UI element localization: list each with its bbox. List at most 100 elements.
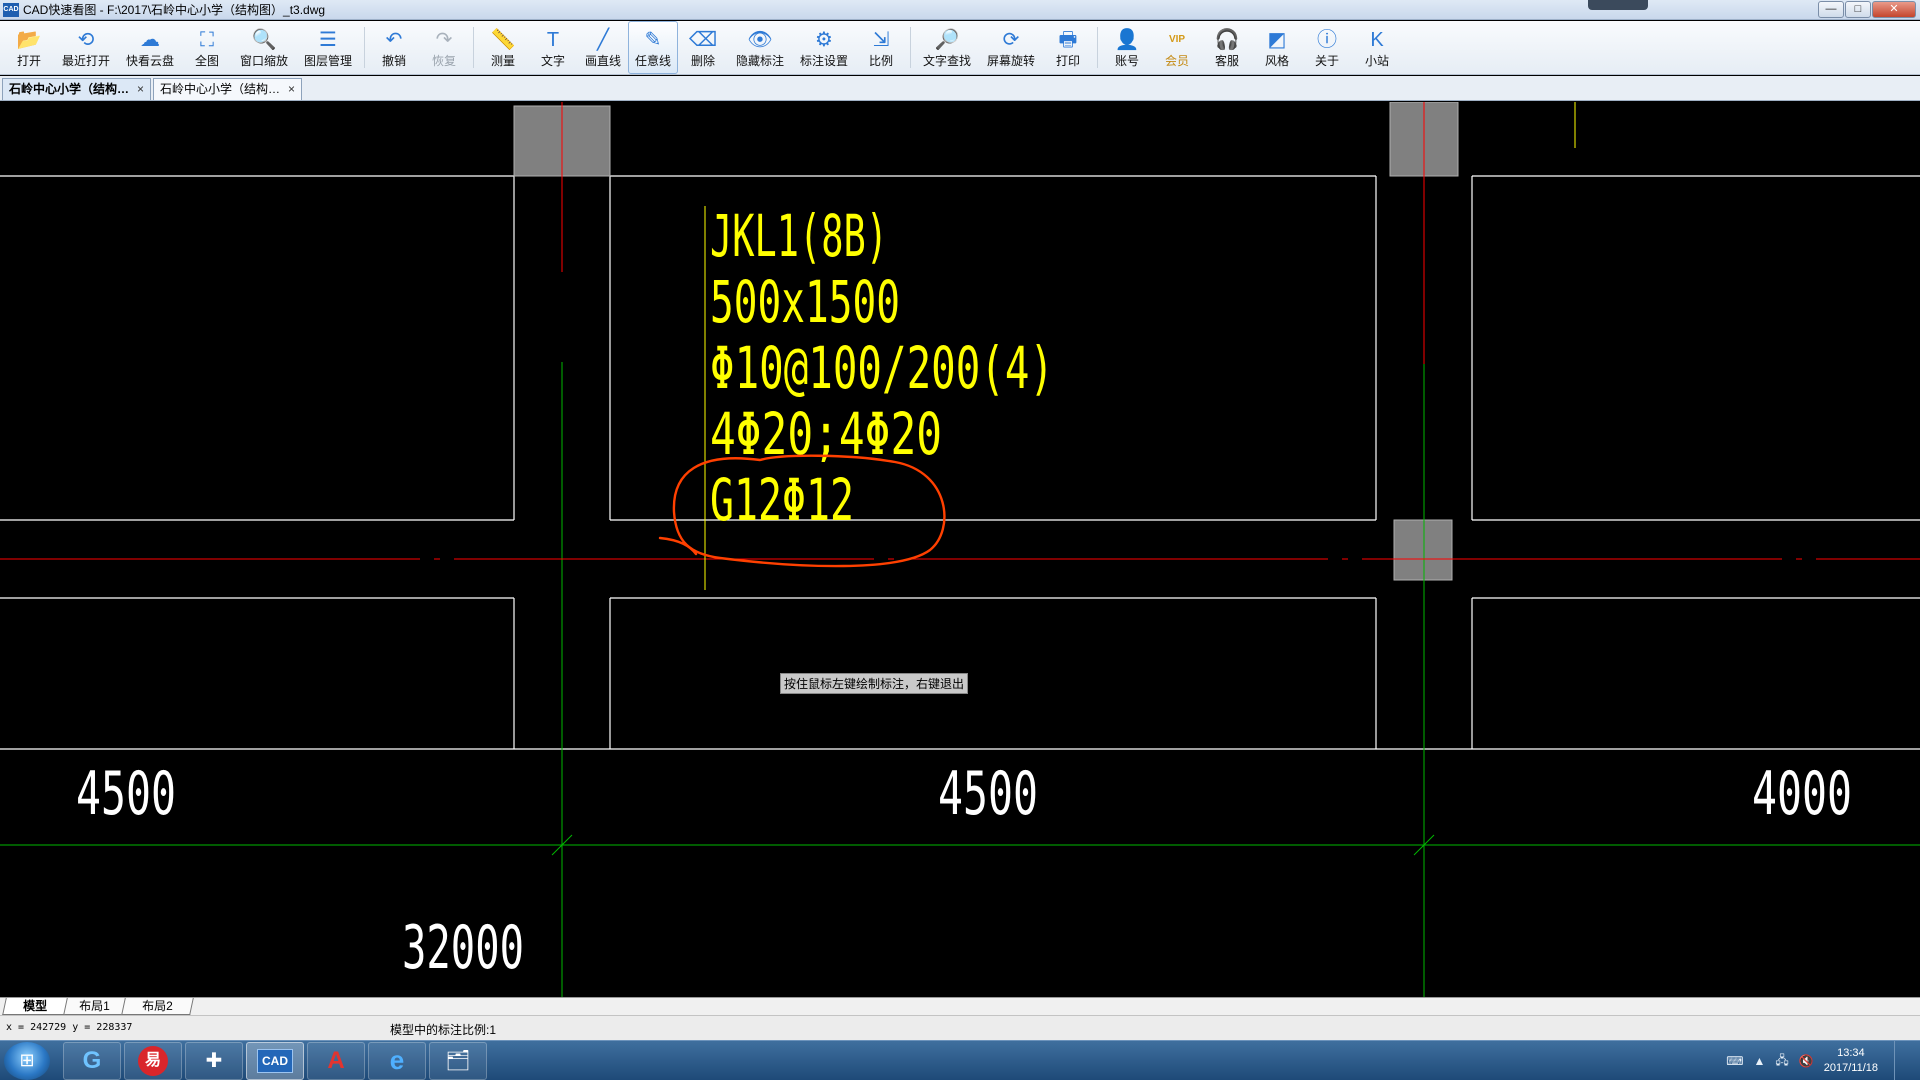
dimension-span-mid: 4500 xyxy=(938,759,1038,829)
info-icon: ⓘ xyxy=(1317,29,1337,51)
toolbar-label: 测量 xyxy=(490,54,515,68)
toolbar-separator xyxy=(473,27,474,68)
taskbar-netease-button[interactable]: 易 xyxy=(124,1041,182,1080)
toolbar-zoomwin-button[interactable]: 🔍 窗口缩放 xyxy=(232,21,296,74)
layout-tab-label: 布局1 xyxy=(79,999,110,1013)
eye-hidden-icon: 👁 xyxy=(747,29,773,51)
zoom-window-icon: 🔍 xyxy=(251,29,277,51)
layout-tabs: 模型 布局1 布局2 xyxy=(0,997,1920,1015)
clock[interactable]: 13:34 2017/11/18 xyxy=(1824,1046,1878,1076)
toolbar-text-button[interactable]: T 文字 xyxy=(528,21,578,74)
toolbar-label: 图层管理 xyxy=(303,54,352,68)
toolbar-label: 账号 xyxy=(1114,54,1139,68)
toolbar-print-button[interactable]: 🖶 打印 xyxy=(1043,21,1093,74)
layout-tab-label: 模型 xyxy=(23,999,48,1013)
structure-outlines xyxy=(0,175,1920,750)
network-icon[interactable]: 🖧 xyxy=(1775,1051,1788,1072)
toolbar-label: 小站 xyxy=(1364,54,1389,68)
axis-lines xyxy=(0,102,1920,997)
taskbar-apps: G 易 ✚ CAD Ae 🗂 xyxy=(60,1041,487,1080)
toolbar-recent-button[interactable]: ⟲ 最近打开 xyxy=(54,21,118,74)
toolbar-label: 隐藏标注 xyxy=(735,54,784,68)
toolbar-support-button[interactable]: 🎧 客服 xyxy=(1202,21,1252,74)
app-window: CAD CAD快速看图 - F:\2017\石岭中心小学（结构图）_t3.dwg… xyxy=(0,0,1920,1080)
drawing-canvas[interactable]: JKL1(8B) 500x1500 Φ10@100/200(4) 4Φ20;4Φ… xyxy=(0,102,1920,997)
toolbar-line-button[interactable]: ╱ 画直线 xyxy=(578,21,628,74)
taskbar-qqsync-button[interactable]: ✚ xyxy=(185,1041,243,1080)
toolbar-label: 风格 xyxy=(1264,54,1289,68)
rotate-screen-icon: ⟳ xyxy=(1002,29,1020,51)
toolbar-about-button[interactable]: ⓘ 关于 xyxy=(1302,21,1352,74)
toolbar-erase-button[interactable]: ⌫ 删除 xyxy=(678,21,728,74)
toolbar-style-button[interactable]: ◩ 风格 xyxy=(1252,21,1302,74)
keyboard-icon[interactable]: ⌨ xyxy=(1726,1054,1743,1068)
toolbar-label: 会员 xyxy=(1164,54,1189,68)
beam-name-text: JKL1(8B) xyxy=(710,202,888,270)
cad-viewer-icon: CAD xyxy=(257,1048,293,1073)
taskbar-autocad-button[interactable]: A xyxy=(307,1041,365,1080)
toolbar-label: 任意线 xyxy=(634,54,671,68)
toolbar-label: 全图 xyxy=(194,54,219,68)
column-rect xyxy=(1393,519,1453,581)
title-bar: CAD CAD快速看图 - F:\2017\石岭中心小学（结构图）_t3.dwg… xyxy=(0,0,1920,20)
fullscreen-icon: ⛶ xyxy=(200,29,214,51)
file-explorer-icon: 🗂 xyxy=(445,1050,471,1072)
document-tab[interactable]: 石岭中心小学（结构… × xyxy=(2,78,152,100)
minimize-button[interactable]: — xyxy=(1818,1,1844,18)
toolbar-marksettings-button[interactable]: ⚙ 标注设置 xyxy=(792,21,856,74)
taskbar-explorer-button[interactable]: 🗂 xyxy=(429,1041,487,1080)
toolbar-label: 文字 xyxy=(540,54,565,68)
toolbar-undo-button[interactable]: ↶ 撤销 xyxy=(369,21,419,74)
user-icon: 👤 xyxy=(1114,29,1140,51)
toolbar-redo-button[interactable]: ↷ 恢复 xyxy=(419,21,469,74)
cursor-coordinates: x = 242729 y = 228337 xyxy=(6,1022,133,1033)
show-desktop-button[interactable] xyxy=(1894,1041,1906,1080)
taskbar-cadviewer-button[interactable]: CAD xyxy=(246,1041,304,1080)
toolbar-open-button[interactable]: 📂 打开 xyxy=(4,21,54,74)
toolbar-vip-button[interactable]: VIP 会员 xyxy=(1152,21,1202,74)
toolbar-station-button[interactable]: K 小站 xyxy=(1352,21,1402,74)
layout-tab[interactable]: 布局2 xyxy=(120,998,194,1015)
taskbar-browser360-button[interactable]: G xyxy=(63,1041,121,1080)
toolbar-freeline-button[interactable]: ✎ 任意线 xyxy=(628,21,678,74)
start-button[interactable]: ⊞ xyxy=(4,1041,50,1080)
layout-tab[interactable]: 布局1 xyxy=(58,998,131,1015)
maximize-button[interactable]: □ xyxy=(1845,1,1871,18)
ruler-icon: 📏 xyxy=(490,29,516,51)
sync-app-icon: ✚ xyxy=(205,1050,223,1072)
volume-muted-icon[interactable]: 🔇 xyxy=(1799,1054,1814,1068)
netease-music-icon: 易 xyxy=(138,1045,168,1076)
toolbar-label: 撤销 xyxy=(381,54,406,68)
close-tab-icon[interactable]: × xyxy=(288,79,295,100)
close-button[interactable]: ✕ xyxy=(1872,1,1916,18)
tray-expand-icon[interactable]: ▲ xyxy=(1754,1054,1766,1068)
toolbar-rotate-button[interactable]: ⟳ 屏幕旋转 xyxy=(979,21,1043,74)
toolbar-measure-button[interactable]: 📏 测量 xyxy=(478,21,528,74)
taskbar-ie-button[interactable]: e xyxy=(368,1041,426,1080)
clock-time: 13:34 xyxy=(1837,1047,1865,1059)
kuaikan-station-icon: K xyxy=(1370,29,1384,51)
headset-icon: 🎧 xyxy=(1214,29,1240,51)
toolbar-scale-button[interactable]: ⇲ 比例 xyxy=(856,21,906,74)
toolbar-findtext-button[interactable]: 🔎 文字查找 xyxy=(915,21,979,74)
toolbar-layers-button[interactable]: ☰ 图层管理 xyxy=(296,21,360,74)
pen-icon: ✎ xyxy=(644,29,662,51)
toolbar-label: 标注设置 xyxy=(799,54,848,68)
layout-tab[interactable]: 模型 xyxy=(2,998,68,1015)
taskbar: ⊞ G 易 ✚ CAD Ae 🗂 ⌨ ▲ 🖧 🔇 13:34 2017/11/18 xyxy=(0,1040,1920,1080)
toolbar-label: 窗口缩放 xyxy=(239,54,288,68)
dimensions: 4500 4500 4000 32000 xyxy=(76,759,1852,983)
toolbar-hidemark-button[interactable]: 👁 隐藏标注 xyxy=(728,21,792,74)
line-tool-icon: ╱ xyxy=(596,29,610,51)
toolbar-fullview-button[interactable]: ⛶ 全图 xyxy=(182,21,232,74)
toolbar-label: 打开 xyxy=(16,54,41,68)
autocad-icon: A xyxy=(327,1046,345,1074)
toolbar-cloud-button[interactable]: ☁ 快看云盘 xyxy=(118,21,182,74)
style-icon: ◩ xyxy=(1267,29,1287,51)
toolbar-account-button[interactable]: 👤 账号 xyxy=(1102,21,1152,74)
markup-settings-icon: ⚙ xyxy=(815,29,833,51)
document-tab[interactable]: 石岭中心小学（结构… × xyxy=(153,78,303,100)
status-bar: x = 242729 y = 228337 模型中的标注比例:1 xyxy=(0,1015,1920,1040)
history-icon: ⟲ xyxy=(77,29,95,51)
close-tab-icon[interactable]: × xyxy=(137,79,144,100)
